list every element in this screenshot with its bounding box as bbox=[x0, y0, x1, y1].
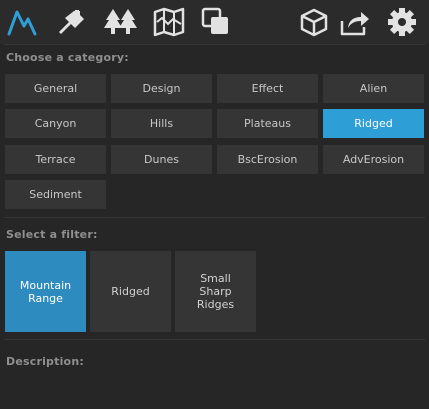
paint-tool-button[interactable] bbox=[53, 3, 91, 41]
category-bscerosion[interactable]: BscErosion bbox=[217, 145, 318, 174]
category-plateaus[interactable]: Plateaus bbox=[217, 109, 318, 138]
category-alien[interactable]: Alien bbox=[323, 74, 424, 103]
export-mesh-button[interactable] bbox=[295, 3, 333, 41]
category-dunes[interactable]: Dunes bbox=[111, 145, 212, 174]
gear-icon bbox=[388, 8, 416, 36]
toolbar bbox=[0, 0, 429, 44]
category-sediment[interactable]: Sediment bbox=[5, 180, 106, 209]
vegetation-tool-button[interactable] bbox=[102, 3, 140, 41]
category-hills[interactable]: Hills bbox=[111, 109, 212, 138]
category-canyon[interactable]: Canyon bbox=[5, 109, 106, 138]
category-terrace[interactable]: Terrace bbox=[5, 145, 106, 174]
category-label: Choose a category: bbox=[6, 51, 129, 64]
map-tool-button[interactable] bbox=[150, 3, 188, 41]
divider bbox=[4, 339, 425, 340]
map-icon bbox=[153, 7, 185, 37]
brush-icon bbox=[59, 10, 84, 34]
layers-tool-button[interactable] bbox=[197, 3, 235, 41]
filter-mountain-range[interactable]: Mountain Range bbox=[5, 251, 86, 332]
box-icon bbox=[300, 8, 328, 37]
category-ridged[interactable]: Ridged bbox=[323, 109, 424, 138]
description-label: Description: bbox=[6, 355, 84, 368]
filter-label-text: Small Sharp Ridges bbox=[196, 272, 235, 311]
share-icon bbox=[340, 12, 369, 36]
divider bbox=[4, 217, 425, 218]
category-design[interactable]: Design bbox=[111, 74, 212, 103]
category-general[interactable]: General bbox=[5, 74, 106, 103]
settings-button[interactable] bbox=[383, 3, 421, 41]
forest-icon bbox=[104, 9, 137, 34]
mountain-tool-button[interactable] bbox=[3, 3, 41, 41]
filter-label: Select a filter: bbox=[6, 228, 98, 241]
filter-label-text: Ridged bbox=[111, 285, 150, 298]
share-button[interactable] bbox=[336, 3, 374, 41]
category-effect[interactable]: Effect bbox=[217, 74, 318, 103]
layers-icon bbox=[201, 7, 228, 34]
filter-small-sharp-ridges[interactable]: Small Sharp Ridges bbox=[175, 251, 256, 332]
filter-label-text: Mountain Range bbox=[19, 278, 72, 305]
mountain-icon bbox=[7, 10, 37, 36]
category-adverosion[interactable]: AdvErosion bbox=[323, 145, 424, 174]
divider bbox=[4, 44, 425, 45]
filter-ridged[interactable]: Ridged bbox=[90, 251, 171, 332]
